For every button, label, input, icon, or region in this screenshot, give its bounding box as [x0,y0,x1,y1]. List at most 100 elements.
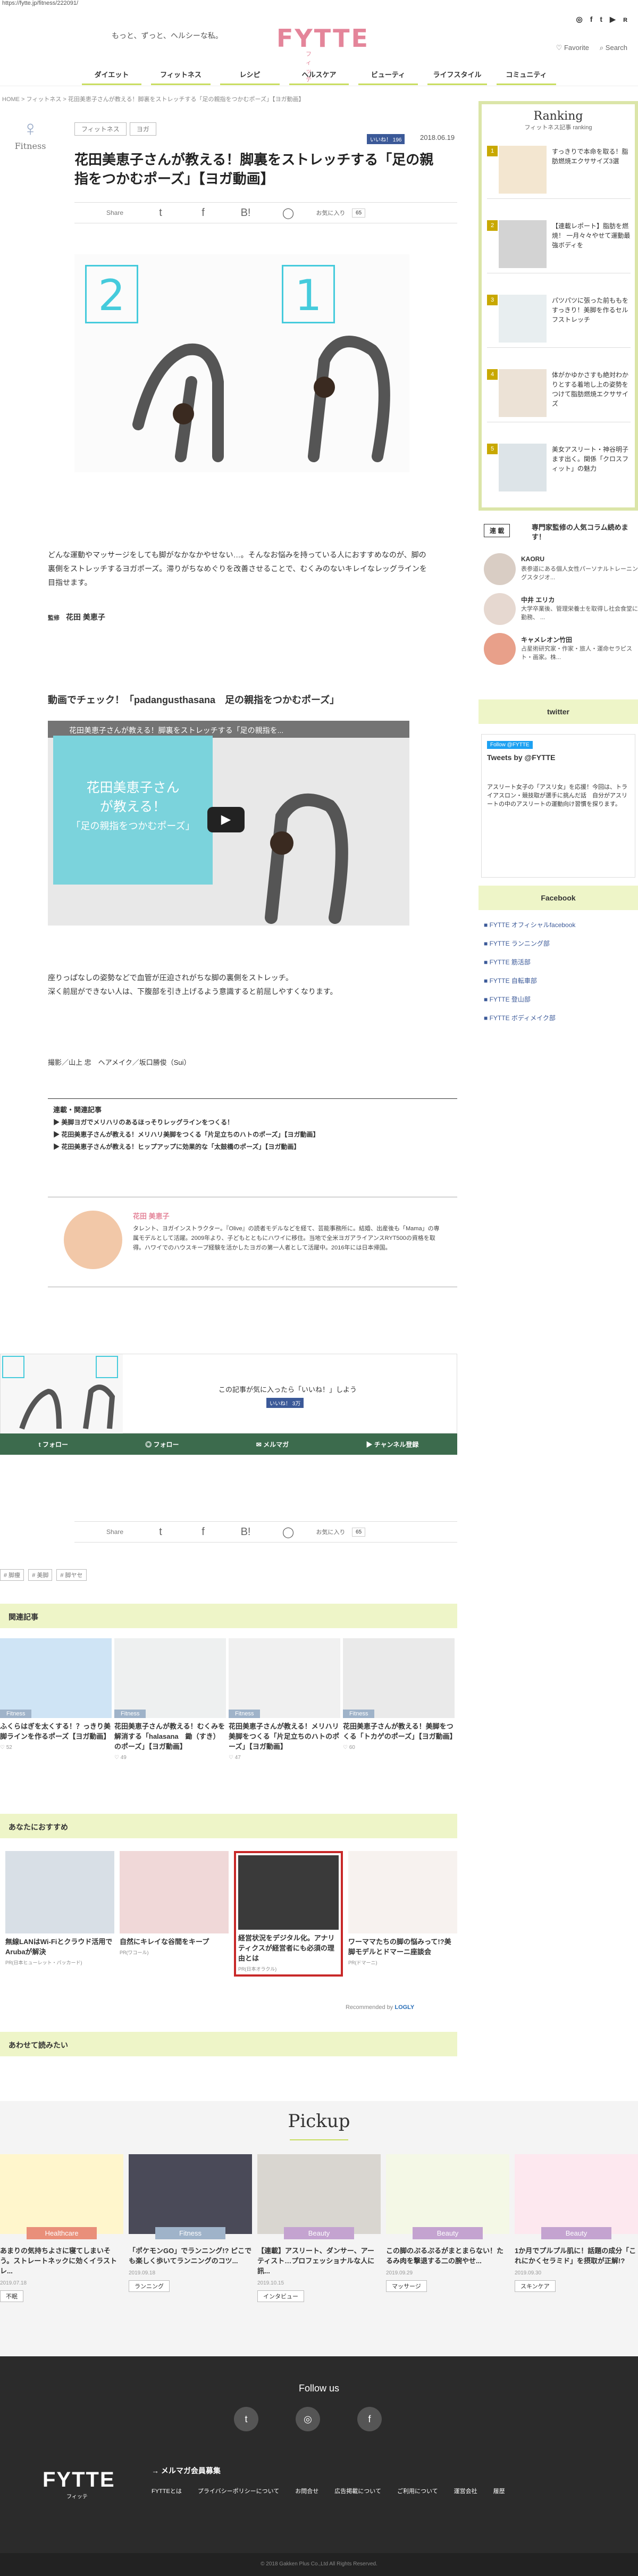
ranking-item[interactable]: 1 すっきりで本命を取る！脂肪燃焼エクササイズ3選 [487,141,631,199]
ranking-subtitle: フィットネス記事 ranking [524,124,592,131]
facebook-link[interactable]: ■ FYTTE ボディメイク部 [484,1013,556,1022]
breadcrumb[interactable]: HOME > フィットネス > 花田美恵子さんが教える！脚裏をストレッチする「足… [0,95,304,103]
favorite-link[interactable]: ♡ Favorite [556,44,589,52]
header-actions: ♡ Favorite ⌕ Search [556,44,627,52]
recommend-card[interactable]: 無線LANはWi-Fiとクラウド活用でArubaが解決 PR(日本ヒューレット・… [5,1851,114,1966]
tag-yoga[interactable]: ヨガ [129,122,156,136]
pickup-card[interactable]: Beauty 1か月でプルプル肌に！話題の成分「これにかくセラミド」を摂取が正解… [515,2154,638,2292]
facebook-link[interactable]: ■ FYTTE ランニング部 [484,939,550,948]
footer-link[interactable]: プライバシーポリシーについて [198,2487,279,2495]
twitter-icon[interactable]: t [234,2407,258,2431]
nav-item-healthcare[interactable]: ヘルスケア [289,69,349,85]
footer-link[interactable]: お問合せ [295,2487,318,2495]
related-card[interactable]: Fitness 花田美恵子さんが教える！むくみを解消する「halasana 鋤（… [114,1638,226,1761]
hashtag[interactable]: # 脚痩 [0,1569,24,1581]
nav-item-lifestyle[interactable]: ライフスタイル [427,69,487,85]
pickup-card[interactable]: Fitness 「ポケモンGO」でランニング!? ピこでも楽しく歩いてランニング… [129,2154,252,2292]
facebook-share-icon[interactable]: f [182,207,224,219]
facebook-share-icon[interactable]: f [182,1526,224,1538]
nav-item-fitness[interactable]: フィットネス [151,69,211,85]
instagram-icon[interactable]: ◎ [296,2407,320,2431]
card-thumbnail: Fitness [114,1638,226,1718]
footer-link[interactable]: ご利用について [397,2487,438,2495]
twitter-follow-button[interactable]: t フォロー [39,1440,68,1449]
recommend-card[interactable]: 自然にキレイな谷間をキープ PR(ワコール) [120,1851,229,1956]
footer-link[interactable]: 広告掲載について [334,2487,381,2495]
nav-item-community[interactable]: コミュニティ [497,69,556,85]
footer-logo[interactable]: FYTTE [43,2468,115,2492]
favorite-share-button[interactable]: お気に入り [309,1528,352,1536]
facebook-link[interactable]: ■ FYTTE 筋活部 [484,957,531,966]
card-tag[interactable]: スキンケア [515,2280,556,2292]
instagram-icon[interactable]: ◎ [576,15,582,24]
card-tag[interactable]: インタビュー [257,2290,304,2302]
author-box: 花田 美恵子 タレント、ヨガインストラクター。『Olive』の読者モデルなどを経… [48,1197,457,1287]
card-tag[interactable]: 不眠 [0,2290,23,2302]
tweets-label: Tweets by @FYTTE [487,753,556,762]
line-share-icon[interactable]: ◯ [267,1525,309,1539]
pickup-card[interactable]: Beauty 【連載】アスリート、ダンサー、アーティスト…プロフェッショナルな人… [257,2154,381,2302]
author-name[interactable]: 花田 美恵子 [133,1211,170,1221]
experts-label: 連 載 [484,524,510,537]
related-card[interactable]: Fitness 花田美恵子さんが教える！美脚をつくる「トカゲのポーズ」【ヨガ動画… [343,1638,457,1750]
recommend-card[interactable]: ワーママたちの脚の悩みって!?美脚モデルとドマーニ座談会 PR(ドマーニ) [348,1851,457,1966]
hatena-share-icon[interactable]: B! [224,207,267,219]
tag-fitness[interactable]: フィットネス [74,122,127,136]
facebook-icon[interactable]: f [357,2407,382,2431]
card-tag[interactable]: ランニング [129,2280,170,2292]
favorite-share-button[interactable]: お気に入り [309,209,352,217]
rss-icon[interactable]: ʀ [623,15,627,24]
hashtag[interactable]: # 美脚 [28,1569,53,1581]
ranking-item[interactable]: 5 美女アスリート・神谷明子ます出く。関係「クロスフィット」の魅力 [487,439,631,497]
address-bar[interactable]: https://fytte.jp/fitness/222091/ [0,0,78,7]
footer-link[interactable]: 運営会社 [454,2487,477,2495]
pickup-card[interactable]: Beauty この脚のぷるぷるがまとまらない！たるみ肉を撃退する二の腕やせ...… [386,2154,509,2292]
twitter-share-icon[interactable]: t [139,1526,182,1538]
card-thumbnail [348,1851,457,1933]
ranking-item[interactable]: 3 パツパツに張った前ももをすっきり！美脚を作るセルフストレッチ [487,290,631,348]
facebook-link[interactable]: ■ FYTTE 登山部 [484,995,531,1004]
cta-like-button[interactable]: いいね！ 3万 [266,1398,304,1408]
line-share-icon[interactable]: ◯ [267,206,309,220]
facebook-link[interactable]: ■ FYTTE 自転車部 [484,976,537,985]
nav-item-beauty[interactable]: ビューティ [358,69,418,85]
related-link[interactable]: ▶ 花田美恵子さんが教える！ヒップアップに効果的な「太鼓橋のポーズ」【ヨガ動画】 [53,1142,452,1151]
hatena-share-icon[interactable]: B! [224,1526,267,1538]
facebook-link[interactable]: ■ FYTTE オフィシャルfacebook [484,920,575,929]
ranking-item[interactable]: 4 体がかゆかさすも絶対わかりとする着地し上の姿勢をつけて脂肪燃焼エクササイズ [487,365,631,422]
footer-follow-title: Follow us [298,2383,340,2394]
related-link[interactable]: ▶ 美脚ヨガでメリハリのあるほっそりレッグラインをつくる！ [53,1118,452,1127]
search-link[interactable]: ⌕ Search [600,44,627,52]
related-link[interactable]: ▶ 花田美恵子さんが教える！メリハリ美脚をつくる「片足立ちのハトのポーズ」【ヨガ… [53,1130,452,1139]
runner-icon: ♀ [22,117,38,140]
newsletter-button[interactable]: ✉ メルマガ [256,1440,289,1449]
pickup-card[interactable]: Healthcare あまりの気持ちよさに寝てしまいそう。ストレートネックに効く… [0,2154,123,2302]
site-logo[interactable]: FYTTE [276,24,370,53]
twitter-timeline[interactable]: Follow @FYTTE Tweets by @FYTTE アスリート女子の「… [481,734,635,878]
twitter-heading: twitter [478,699,638,724]
nav-item-recipe[interactable]: レシピ [220,69,280,85]
footer-link[interactable]: 履歴 [493,2487,505,2495]
play-button[interactable]: ▶ [207,807,245,832]
youtube-subscribe-button[interactable]: ▶ チャンネル登録 [366,1440,418,1449]
twitter-follow-button[interactable]: Follow @FYTTE [487,741,533,749]
card-tag[interactable]: マッサージ [386,2280,427,2292]
card-thumbnail [5,1851,114,1933]
facebook-icon[interactable]: f [590,15,593,24]
newsletter-link[interactable]: → メルマガ会員募集 [152,2465,221,2476]
nav-item-diet[interactable]: ダイエット [82,69,141,85]
like-button[interactable]: いいね！ 196 [367,134,405,144]
ranking-item[interactable]: 2 【連載レポート】脂肪を燃焼！ 一月々々やせて運動最強ボディを [487,216,631,273]
video-player[interactable]: 花田美恵子さんが教える！脚裏をストレッチする「足の親指を... 花田美恵子さん … [48,721,409,926]
instagram-follow-button[interactable]: ◎ フォロー [145,1440,179,1449]
card-fav-count: ♡ 60 [343,1745,355,1750]
twitter-icon[interactable]: t [600,15,602,24]
body-text-1: 座りっぱなしの姿勢などで血管が圧迫されがちな脚の裏側をストレッチ。 [48,973,293,982]
related-card[interactable]: Fitness 花田美恵子さんが教える！メリハリ美脚をつくる「片足立ちのハトのポ… [229,1638,340,1761]
recommend-card[interactable]: 経営状況をデジタル化。アナリティクスが経営者にも必須の理由とは PR(日本オラク… [234,1851,343,1977]
twitter-share-icon[interactable]: t [139,207,182,219]
related-card[interactable]: Fitness ふくらはぎを太くする！？っきり美脚ラインを作るポーズ【ヨガ動画】… [0,1638,112,1750]
footer-link[interactable]: FYTTEとは [152,2487,182,2495]
youtube-icon[interactable]: ▶ [610,15,616,24]
hashtag[interactable]: # 脚ヤセ [56,1569,87,1581]
